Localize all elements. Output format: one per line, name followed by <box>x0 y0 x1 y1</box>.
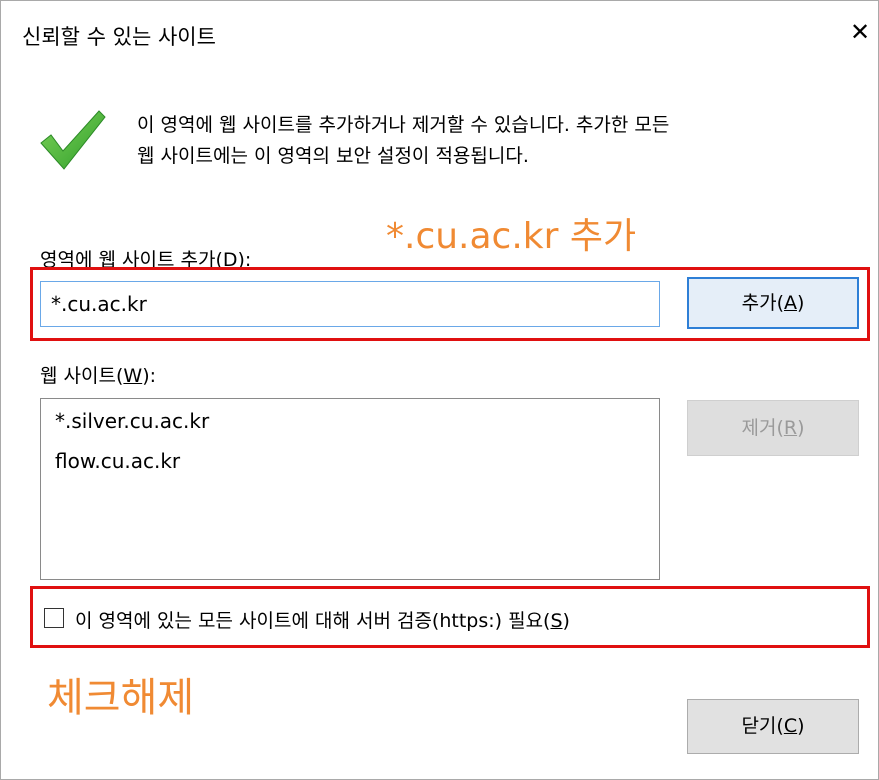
add-site-input[interactable] <box>40 281 660 327</box>
add-button[interactable]: 추가(A) <box>687 277 859 329</box>
info-text: 이 영역에 웹 사이트를 추가하거나 제거할 수 있습니다. 추가한 모든 웹 … <box>137 110 669 172</box>
close-button[interactable]: 닫기(C) <box>687 699 859 754</box>
websites-label: 웹 사이트(W): <box>40 365 157 387</box>
remove-button[interactable]: 제거(R) <box>687 400 859 456</box>
dialog-title: 신뢰할 수 있는 사이트 <box>22 25 216 49</box>
list-item[interactable]: *.silver.cu.ac.kr <box>55 409 209 433</box>
list-item[interactable]: flow.cu.ac.kr <box>55 449 180 473</box>
annotation-add-note: *.cu.ac.kr 추가 <box>386 216 637 257</box>
annotation-uncheck-note: 체크해제 <box>47 675 195 721</box>
green-checkmark-icon <box>40 110 106 170</box>
info-line-1: 이 영역에 웹 사이트를 추가하거나 제거할 수 있습니다. 추가한 모든 <box>137 114 670 136</box>
https-required-label[interactable]: 이 영역에 있는 모든 사이트에 대해 서버 검증(https:) 필요(S) <box>75 606 570 633</box>
trusted-sites-dialog: 신뢰할 수 있는 사이트 ✕ 이 영역에 웹 사이트를 추가하거나 제거할 수 … <box>0 0 879 780</box>
close-icon[interactable]: ✕ <box>843 15 877 49</box>
https-required-checkbox[interactable] <box>44 608 64 628</box>
websites-list[interactable]: *.silver.cu.ac.kr flow.cu.ac.kr <box>40 398 660 580</box>
info-line-2: 웹 사이트에는 이 영역의 보안 설정이 적용됩니다. <box>137 145 529 167</box>
